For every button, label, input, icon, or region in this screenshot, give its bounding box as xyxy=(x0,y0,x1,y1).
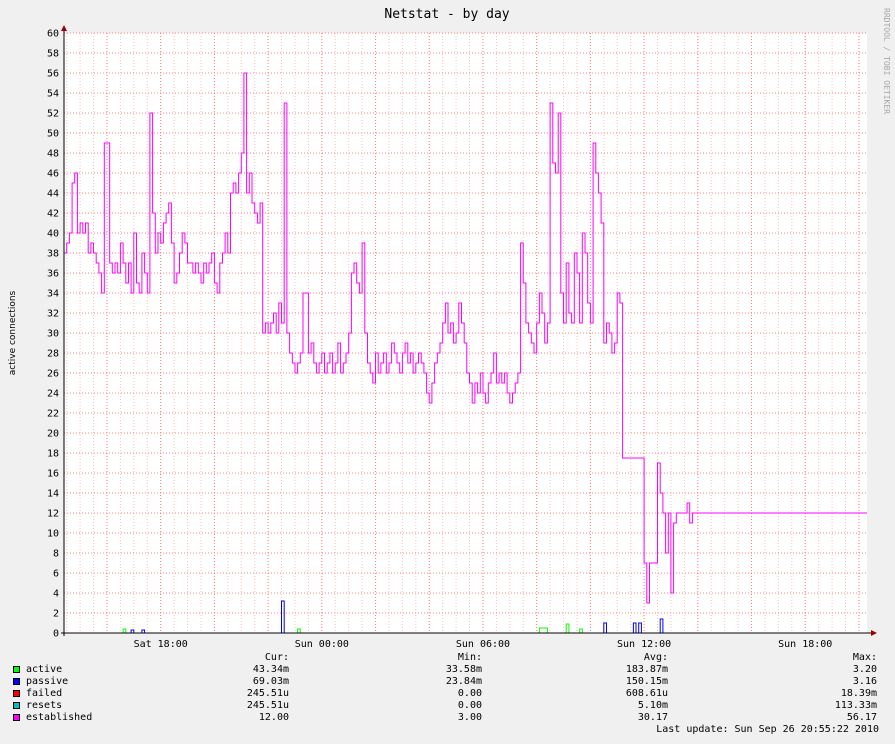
y-tick-label: 38 xyxy=(47,249,59,260)
y-tick-label: 42 xyxy=(47,209,59,220)
y-tick-label: 36 xyxy=(47,269,59,280)
legend-avg: 30.17 xyxy=(637,712,668,723)
y-tick-label: 4 xyxy=(53,589,59,600)
last-update: Last update: Sun Sep 26 20:55:22 2010 xyxy=(656,724,879,735)
legend-header-max: Max: xyxy=(852,652,877,663)
y-tick-label: 6 xyxy=(53,569,59,580)
y-tick-label: 28 xyxy=(47,349,59,360)
legend: Cur: Min: Avg: Max: active 43.34m 33.58m… xyxy=(0,652,895,735)
legend-header: Cur: Min: Avg: Max: xyxy=(0,652,895,664)
y-tick-label: 16 xyxy=(47,469,59,480)
y-tick-label: 20 xyxy=(47,429,59,440)
y-tick-label: 50 xyxy=(47,129,59,140)
legend-cur: 69.03m xyxy=(252,676,289,687)
legend-swatch xyxy=(13,702,20,709)
y-tick-label: 2 xyxy=(53,609,59,620)
legend-min: 0.00 xyxy=(457,700,482,711)
legend-name: passive xyxy=(26,676,69,687)
x-tick-label: Sun 12:00 xyxy=(617,639,671,650)
rrdtool-credit: RRDTOOL / TOBI OETIKER xyxy=(882,8,891,114)
legend-cur: 245.51u xyxy=(246,688,289,699)
legend-min: 0.00 xyxy=(457,688,482,699)
y-tick-label: 40 xyxy=(47,229,59,240)
legend-name: active xyxy=(26,664,63,675)
y-tick-label: 0 xyxy=(53,629,59,640)
legend-avg: 150.15m xyxy=(625,676,668,687)
chart-title: Netstat - by day xyxy=(384,7,509,22)
legend-row-active: active 43.34m 33.58m 183.87m 3.20 xyxy=(0,664,895,676)
y-tick-label: 32 xyxy=(47,309,59,320)
y-tick-label: 12 xyxy=(47,509,59,520)
y-tick-label: 14 xyxy=(47,489,59,500)
y-tick-label: 30 xyxy=(47,329,59,340)
netstat-chart: Netstat - by day RRDTOOL / TOBI OETIKER … xyxy=(8,7,891,650)
legend-min: 3.00 xyxy=(457,712,482,723)
y-tick-label: 8 xyxy=(53,549,59,560)
y-tick-label: 18 xyxy=(47,449,59,460)
legend-max: 3.20 xyxy=(852,664,877,675)
y-tick-label: 60 xyxy=(47,29,59,40)
legend-name: failed xyxy=(26,688,63,699)
legend-swatch xyxy=(13,678,20,685)
legend-max: 113.33m xyxy=(834,700,877,711)
legend-swatch xyxy=(13,714,20,721)
y-tick-label: 44 xyxy=(47,189,59,200)
legend-max: 56.17 xyxy=(846,712,877,723)
legend-avg: 608.61u xyxy=(625,688,668,699)
y-tick-label: 22 xyxy=(47,409,59,420)
y-tick-label: 56 xyxy=(47,69,59,80)
legend-swatch xyxy=(13,690,20,697)
legend-cur: 12.00 xyxy=(258,712,289,723)
y-tick-label: 54 xyxy=(47,89,59,100)
y-tick-label: 46 xyxy=(47,169,59,180)
y-tick-label: 48 xyxy=(47,149,59,160)
legend-row-passive: passive 69.03m 23.84m 150.15m 3.16 xyxy=(0,676,895,688)
legend-cur: 43.34m xyxy=(252,664,289,675)
y-tick-label: 58 xyxy=(47,49,59,60)
y-axis-arrow xyxy=(61,25,67,31)
legend-avg: 183.87m xyxy=(625,664,668,675)
x-axis-arrow xyxy=(871,630,877,636)
x-tick-label: Sun 18:00 xyxy=(778,639,832,650)
legend-min: 33.58m xyxy=(445,664,482,675)
legend-header-cur: Cur: xyxy=(264,652,289,663)
legend-row-established: established 12.00 3.00 30.17 56.17 xyxy=(0,712,895,724)
y-axis-label: active connections xyxy=(8,290,18,375)
y-tick-label: 10 xyxy=(47,529,59,540)
x-tick-label: Sun 06:00 xyxy=(456,639,510,650)
legend-name: established xyxy=(26,712,93,723)
legend-name: resets xyxy=(26,700,63,711)
y-tick-label: 24 xyxy=(47,389,59,400)
legend-max: 18.39m xyxy=(840,688,877,699)
legend-header-avg: Avg: xyxy=(643,652,668,663)
legend-row-resets: resets 245.51u 0.00 5.10m 113.33m xyxy=(0,700,895,712)
legend-max: 3.16 xyxy=(852,676,877,687)
legend-cur: 245.51u xyxy=(246,700,289,711)
x-tick-label: Sat 18:00 xyxy=(134,639,188,650)
x-tick-labels: Sat 18:00 Sun 00:00 Sun 06:00 Sun 12:00 Sun … xyxy=(134,639,833,650)
y-tick-label: 52 xyxy=(47,109,59,120)
legend-avg: 5.10m xyxy=(637,700,668,711)
y-tick-label: 26 xyxy=(47,369,59,380)
legend-header-min: Min: xyxy=(457,652,482,663)
y-tick-labels: 0246810121416182022242628303234363840424… xyxy=(47,29,59,640)
legend-min: 23.84m xyxy=(445,676,482,687)
legend-row-failed: failed 245.51u 0.00 608.61u 18.39m xyxy=(0,688,895,700)
x-tick-label: Sun 00:00 xyxy=(295,639,349,650)
y-tick-label: 34 xyxy=(47,289,59,300)
legend-swatch xyxy=(13,666,20,673)
